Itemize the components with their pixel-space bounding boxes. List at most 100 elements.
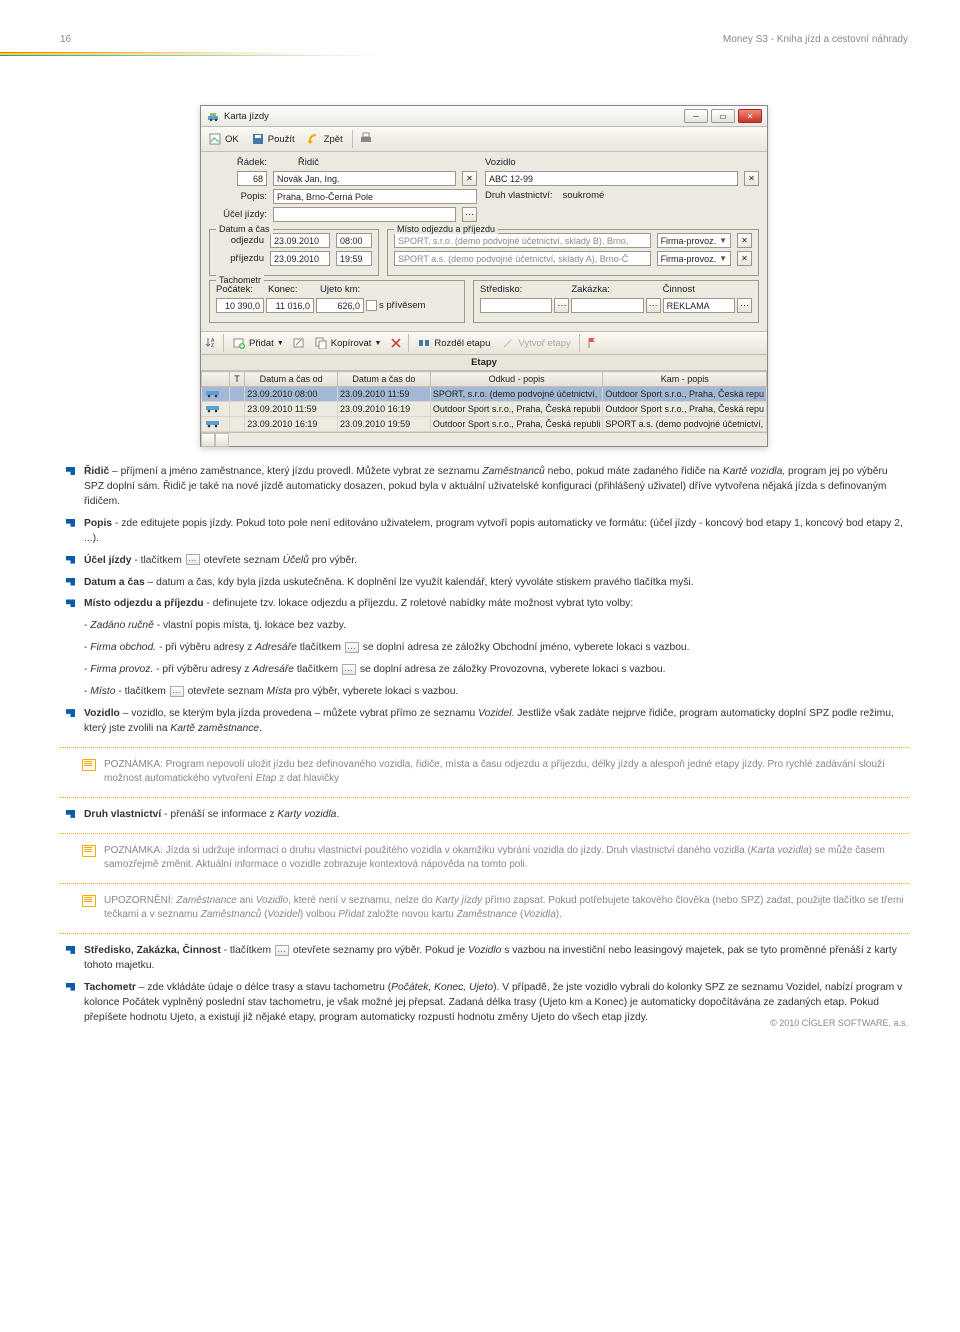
ucel-input[interactable] — [273, 207, 456, 222]
ok-button[interactable]: OK — [205, 130, 242, 148]
titlebar: Karta jízdy ─ ▭ ✕ — [201, 106, 767, 127]
flag-icon[interactable] — [585, 336, 599, 350]
ridic-input[interactable]: Novák Jan, Ing. — [273, 171, 456, 186]
use-button[interactable]: Použít — [248, 130, 298, 148]
zakazka-input[interactable] — [571, 298, 643, 313]
dotted-rule — [60, 933, 908, 934]
vozidlo-clear-button[interactable]: ✕ — [744, 171, 759, 186]
use-label: Použít — [268, 134, 295, 145]
note-block: POZNÁMKA: Program nepovolí uložit jízdu … — [60, 758, 908, 787]
grid-title: Etapy — [201, 355, 767, 371]
back-button[interactable]: Zpět — [304, 130, 346, 148]
cinnost-lookup[interactable]: ⋯ — [737, 298, 752, 313]
lookup-button-icon — [186, 554, 200, 565]
scroll-left[interactable] — [201, 433, 215, 447]
minimize-button[interactable]: ─ — [684, 109, 708, 123]
car-icon — [204, 403, 222, 413]
odjezd-misto[interactable]: SPORT, s.r.o. (demo podvojné účetnictví,… — [394, 233, 651, 248]
grid-toolbar: AZ Přidat ▼ Kopírovat ▼ Rozděl etapu Vy — [201, 331, 767, 355]
konec-label: Konec: — [268, 284, 298, 295]
datum-legend: Datum a čas — [216, 224, 273, 234]
odjezd-date[interactable]: 23.09.2010 — [270, 233, 330, 248]
odjezd-type-combo[interactable]: Firma-provoz.▼ — [657, 233, 731, 248]
scroll-track[interactable] — [215, 433, 229, 447]
table-row[interactable]: 23.09.2010 16:19 23.09.2010 19:59 Outdoo… — [202, 417, 767, 432]
cinnost-label: Činnost — [663, 284, 695, 295]
window-title: Karta jízdy — [224, 111, 269, 122]
save-icon — [251, 132, 265, 146]
table-row[interactable]: 23.09.2010 08:00 23.09.2010 11:59 SPORT,… — [202, 387, 767, 402]
create-stages-button[interactable]: Vytvoř etapy — [498, 334, 573, 352]
zakazka-lookup[interactable]: ⋯ — [646, 298, 661, 313]
grid-scrollbar[interactable] — [201, 432, 767, 446]
header-title: Money S3 - Kniha jízd a cestovní náhrady — [60, 34, 908, 45]
grid-col-od[interactable]: Datum a čas od — [245, 372, 338, 387]
ucel-lookup-button[interactable]: ⋯ — [462, 207, 477, 222]
undo-icon — [307, 132, 321, 146]
car-icon — [204, 388, 222, 398]
close-button[interactable]: ✕ — [738, 109, 762, 123]
prives-checkbox[interactable] — [366, 300, 377, 311]
lookup-button-icon — [345, 642, 359, 653]
grid-col-kam[interactable]: Kam - popis — [603, 372, 767, 387]
tach-legend: Tachometr — [216, 275, 264, 285]
vozidlo-input[interactable]: ABC 12-99 — [485, 171, 738, 186]
maximize-button[interactable]: ▭ — [711, 109, 735, 123]
lookup-button-icon — [342, 664, 356, 675]
cinnost-input[interactable]: REKLAMA — [663, 298, 735, 313]
note-block: POZNÁMKA: Jízda si udržuje informaci o d… — [60, 844, 908, 873]
ridic-section-label: Řidič — [273, 157, 319, 168]
misto-legend: Místo odjezdu a příjezdu — [394, 224, 498, 234]
svg-text:Z: Z — [211, 343, 214, 349]
ucel-label: Účel jízdy: — [209, 209, 267, 220]
prijezd-date[interactable]: 23.09.2010 — [270, 251, 330, 266]
grid-col-icon[interactable] — [202, 372, 230, 387]
ridic-clear-button[interactable]: ✕ — [462, 171, 477, 186]
druh-value: soukromé — [563, 190, 605, 201]
prijezd-misto[interactable]: SPORT a.s. (demo podvojné účetnictví, sk… — [394, 251, 651, 266]
split-stage-button[interactable]: Rozděl etapu — [414, 334, 493, 352]
pocatek-input[interactable]: 10 390,0 — [216, 298, 264, 313]
prijezd-type-combo[interactable]: Firma-provoz.▼ — [657, 251, 731, 266]
lookup-button-icon — [275, 945, 289, 956]
grid-col-do[interactable]: Datum a čas do — [338, 372, 431, 387]
stredisko-input[interactable] — [480, 298, 552, 313]
sort-icon[interactable]: AZ — [204, 336, 218, 350]
car-icon — [204, 418, 222, 428]
pocatek-label: Počátek: — [216, 284, 253, 295]
print-icon[interactable] — [359, 132, 373, 146]
delete-icon[interactable] — [389, 336, 403, 350]
ujeto-label: Ujeto km: — [320, 284, 360, 295]
body-content: Řidič – příjmení a jméno zaměstnance, kt… — [60, 465, 908, 1025]
add-icon — [232, 336, 246, 350]
back-label: Zpět — [324, 134, 343, 145]
copy-icon — [314, 336, 328, 350]
prives-label: s přívěsem — [379, 300, 425, 311]
stredisko-label: Středisko: — [480, 284, 522, 295]
grid-col-odkud[interactable]: Odkud - popis — [430, 372, 603, 387]
create-stages-label: Vytvoř etapy — [518, 338, 570, 349]
popis-input[interactable]: Praha, Brno-Černá Pole — [273, 189, 477, 204]
magic-icon — [501, 336, 515, 350]
edit-icon[interactable] — [292, 336, 306, 350]
prijezd-label: příjezdu — [216, 253, 264, 264]
odjezd-time[interactable]: 08:00 — [336, 233, 372, 248]
ok-label: OK — [225, 134, 239, 145]
split-label: Rozděl etapu — [434, 338, 490, 349]
page-number: 16 — [60, 34, 71, 45]
radek-label: Řádek: — [209, 157, 267, 168]
add-button[interactable]: Přidat ▼ — [229, 334, 287, 352]
ujeto-input[interactable]: 626,0 — [316, 298, 364, 313]
odjezd-misto-clear[interactable]: ✕ — [737, 233, 752, 248]
form-toolbar: OK Použít Zpět — [201, 127, 767, 152]
stredisko-lookup[interactable]: ⋯ — [554, 298, 569, 313]
grid-col-t[interactable]: T — [229, 372, 245, 387]
vozidlo-section-label: Vozidlo — [485, 157, 516, 168]
konec-input[interactable]: 11 016,0 — [266, 298, 314, 313]
copy-button[interactable]: Kopírovat ▼ — [311, 334, 385, 352]
table-row[interactable]: 23.09.2010 11:59 23.09.2010 16:19 Outdoo… — [202, 402, 767, 417]
lookup-button-icon — [170, 686, 184, 697]
prijezd-misto-clear[interactable]: ✕ — [737, 251, 752, 266]
warning-block: UPOZORNĚNÍ: Zaměstnance ani Vozidlo, kte… — [60, 894, 908, 923]
prijezd-time[interactable]: 19:59 — [336, 251, 372, 266]
